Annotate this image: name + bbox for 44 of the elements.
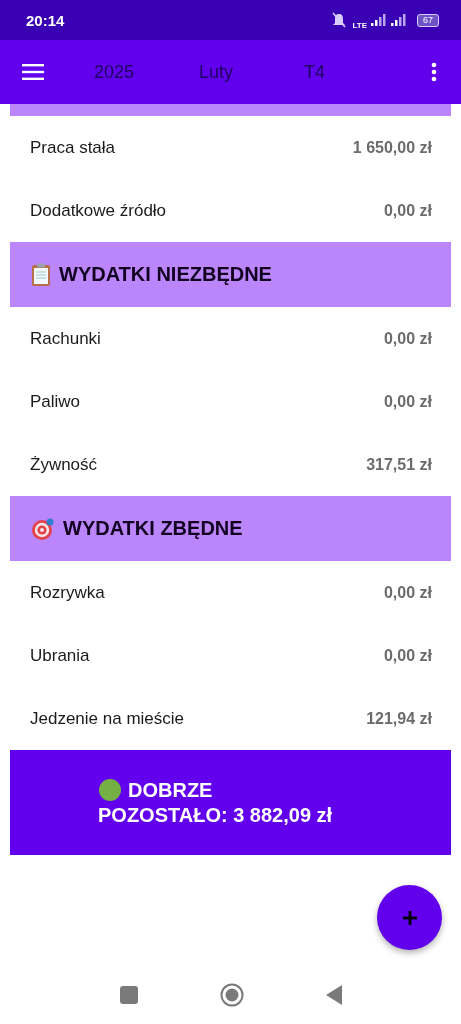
category-label: Jedzenie na mieście	[30, 708, 185, 729]
category-label: Rachunki	[30, 328, 101, 349]
network-type: LTE	[352, 20, 367, 30]
battery-level: 67	[417, 13, 439, 27]
status-dot-icon	[98, 778, 122, 802]
category-label: Rozrywka	[30, 582, 105, 603]
section-title: WYDATKI NIEZBĘDNE	[59, 263, 272, 286]
home-icon[interactable]	[219, 983, 244, 1007]
category-amount: 0,00 zł	[383, 392, 432, 411]
remaining-amount: POZOSTAŁO: 3 882,09 zł	[98, 804, 334, 827]
back-icon[interactable]	[325, 985, 342, 1005]
category-row[interactable]: Rozrywka 0,00 zł	[0, 561, 461, 624]
category-amount: 0,00 zł	[383, 646, 432, 665]
category-amount: 0,00 zł	[383, 329, 432, 348]
section-title: WYDATKI ZBĘDNE	[63, 517, 243, 540]
signal-icon	[391, 14, 407, 26]
category-row[interactable]: Paliwo 0,00 zł	[0, 370, 461, 433]
category-label: Żywność	[30, 454, 98, 475]
category-row[interactable]: Dodatkowe źródło 0,00 zł	[0, 179, 461, 242]
category-row[interactable]: Rachunki 0,00 zł	[0, 307, 461, 370]
signal-icon	[371, 14, 387, 26]
category-amount: 121,94 zł	[366, 709, 432, 728]
more-options-icon[interactable]	[431, 62, 437, 82]
recent-apps-icon[interactable]	[119, 986, 138, 1004]
category-label: Praca stała	[30, 137, 116, 158]
category-label: Paliwo	[30, 391, 81, 412]
category-label: Dodatkowe źródło	[30, 200, 167, 221]
status-label: DOBRZE	[128, 778, 213, 802]
clipboard-icon	[31, 262, 51, 287]
category-row[interactable]: Ubrania 0,00 zł	[0, 624, 461, 687]
category-row[interactable]: Praca stała 1 650,00 zł	[0, 116, 461, 179]
muted-bell-icon	[330, 12, 349, 28]
category-amount: 0,00 zł	[383, 583, 432, 602]
target-icon	[31, 516, 55, 541]
category-label: Ubrania	[30, 645, 90, 666]
category-row[interactable]: Jedzenie na mieście 121,94 zł	[0, 687, 461, 750]
plus-icon	[402, 910, 417, 925]
category-row[interactable]: Żywność 317,51 zł	[0, 433, 461, 496]
category-amount: 1 650,00 zł	[352, 138, 432, 157]
add-button[interactable]	[377, 885, 442, 950]
menu-icon[interactable]	[22, 64, 44, 80]
status-time: 20:14	[26, 11, 65, 29]
category-amount: 0,00 zł	[383, 201, 432, 220]
category-amount: 317,51 zł	[366, 455, 432, 474]
